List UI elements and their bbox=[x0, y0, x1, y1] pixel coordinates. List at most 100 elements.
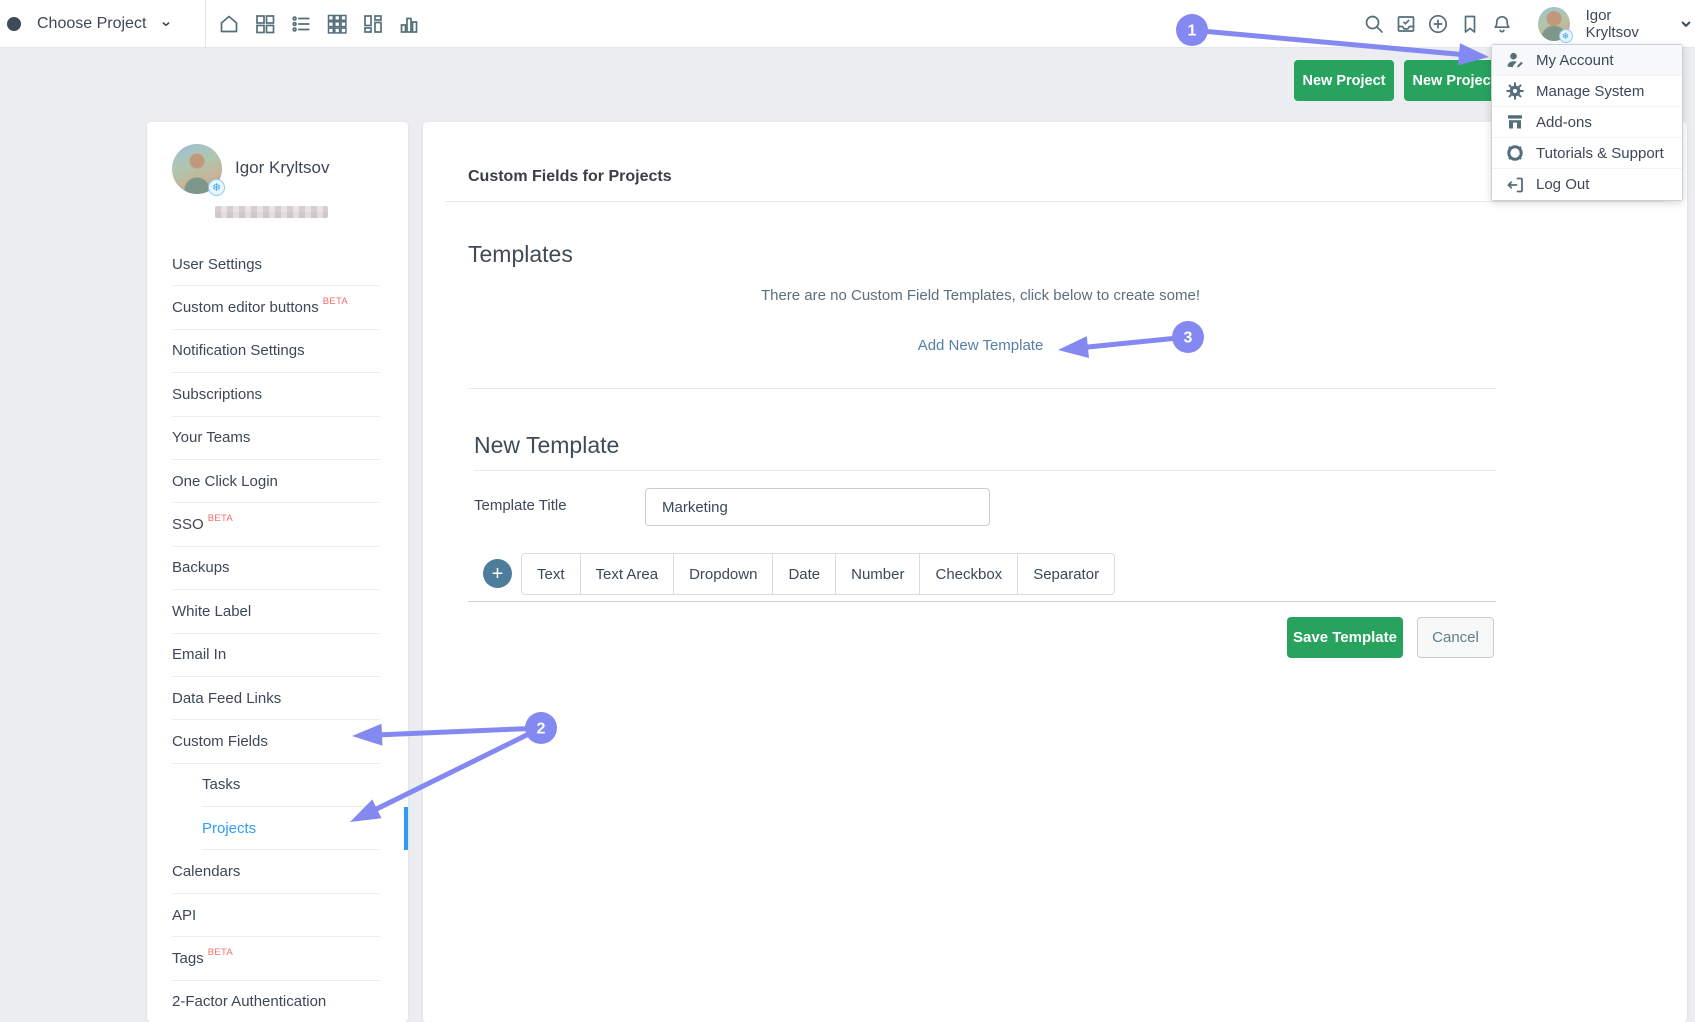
project-switcher[interactable]: Choose Project bbox=[0, 0, 174, 48]
template-title-input[interactable] bbox=[645, 488, 990, 526]
sidebar-item-label: API bbox=[172, 907, 196, 924]
sidebar-item-label: Calendars bbox=[172, 863, 240, 880]
avatar-status-badge: ❄ bbox=[1559, 29, 1573, 43]
logout-icon bbox=[1505, 175, 1525, 195]
menu-item-manage-system[interactable]: Manage System bbox=[1492, 76, 1682, 107]
redacted-email bbox=[215, 206, 328, 218]
templates-heading: Templates bbox=[468, 241, 573, 268]
sidebar-item-label: 2-Factor Authentication bbox=[172, 993, 326, 1010]
project-color-dot bbox=[7, 17, 21, 31]
account-chevron-down-icon[interactable] bbox=[1677, 15, 1695, 33]
field-type-date[interactable]: Date bbox=[772, 554, 835, 594]
sidebar-item-label: Email In bbox=[172, 646, 226, 663]
beta-badge: BETA bbox=[208, 513, 233, 524]
cancel-button[interactable]: Cancel bbox=[1417, 617, 1494, 658]
home-icon[interactable] bbox=[217, 12, 241, 36]
field-type-checkbox[interactable]: Checkbox bbox=[919, 554, 1017, 594]
notifications-bell-icon[interactable] bbox=[1490, 12, 1514, 36]
chevron-down-icon bbox=[158, 16, 174, 32]
sidebar-item-custom-editor-buttons[interactable]: Custom editor buttonsBETA bbox=[172, 286, 380, 329]
field-type-separator[interactable]: Separator bbox=[1017, 554, 1114, 594]
new-project-button-secondary[interactable]: New Project bbox=[1404, 60, 1504, 101]
app-root: Choose Project bbox=[0, 0, 1695, 1022]
account-dropdown-menu: My Account Manage System Add-ons Tutoria… bbox=[1491, 44, 1683, 201]
divider bbox=[468, 601, 1496, 602]
menu-label: Log Out bbox=[1536, 176, 1589, 193]
list-view-icon[interactable] bbox=[289, 12, 313, 36]
top-bar: Choose Project bbox=[0, 0, 1695, 48]
sidebar-item-2-factor-authentication[interactable]: 2-Factor Authentication bbox=[172, 981, 380, 1022]
user-icon bbox=[1505, 50, 1525, 70]
menu-item-tutorials-support[interactable]: Tutorials & Support bbox=[1492, 138, 1682, 169]
sidebar-item-white-label[interactable]: White Label bbox=[172, 590, 380, 633]
field-type-number[interactable]: Number bbox=[835, 554, 919, 594]
sidebar-item-your-teams[interactable]: Your Teams bbox=[172, 417, 380, 460]
field-type-text[interactable]: Text bbox=[522, 554, 580, 594]
menu-item-log-out[interactable]: Log Out bbox=[1492, 169, 1682, 200]
sidebar-item-api[interactable]: API bbox=[172, 894, 380, 937]
project-switcher-label: Choose Project bbox=[37, 15, 146, 33]
sidebar-item-label: SSO bbox=[172, 516, 204, 533]
user-avatar[interactable]: ❄ bbox=[1538, 7, 1570, 41]
sidebar-item-label: Your Teams bbox=[172, 429, 250, 446]
sidebar-item-custom-fields[interactable]: Custom Fields bbox=[172, 720, 380, 763]
grid-view-icon[interactable] bbox=[325, 12, 349, 36]
sidebar-menu: User Settings Custom editor buttonsBETA … bbox=[147, 243, 408, 1022]
search-icon[interactable] bbox=[1362, 12, 1386, 36]
sidebar-item-user-settings[interactable]: User Settings bbox=[172, 243, 380, 286]
menu-item-add-ons[interactable]: Add-ons bbox=[1492, 107, 1682, 138]
topbar-user-name[interactable]: Igor Kryltsov bbox=[1586, 7, 1663, 41]
sidebar-user-name: Igor Kryltsov bbox=[235, 158, 329, 178]
divider bbox=[474, 470, 1496, 471]
gear-icon bbox=[1505, 81, 1525, 101]
sidebar-item-tags[interactable]: Tags BETA bbox=[172, 937, 380, 980]
sidebar-item-calendars[interactable]: Calendars bbox=[172, 850, 380, 893]
topbar-divider bbox=[205, 0, 206, 48]
menu-item-my-account[interactable]: My Account bbox=[1492, 45, 1682, 76]
add-template-row: Add New Template bbox=[468, 337, 1493, 355]
sidebar-item-label: Projects bbox=[202, 820, 256, 837]
sidebar-item-label: Data Feed Links bbox=[172, 690, 281, 707]
templates-empty-message: There are no Custom Field Templates, cli… bbox=[468, 287, 1493, 304]
topbar-actions: ❄ Igor Kryltsov bbox=[1362, 0, 1695, 48]
bookmarks-icon[interactable] bbox=[1458, 12, 1482, 36]
dashboard-grid-icon[interactable] bbox=[253, 12, 277, 36]
sidebar-item-label: White Label bbox=[172, 603, 251, 620]
sidebar-item-label: Subscriptions bbox=[172, 386, 262, 403]
sidebar-item-data-feed-links[interactable]: Data Feed Links bbox=[172, 677, 380, 720]
store-icon bbox=[1505, 112, 1525, 132]
field-type-selector: Text Text Area Dropdown Date Number Chec… bbox=[521, 553, 1115, 595]
new-project-button[interactable]: New Project bbox=[1294, 60, 1394, 101]
sidebar-item-label: User Settings bbox=[172, 256, 262, 273]
todo-inbox-icon[interactable] bbox=[1394, 12, 1418, 36]
sidebar-item-custom-fields-tasks[interactable]: Tasks bbox=[202, 764, 380, 807]
menu-label: Add-ons bbox=[1536, 114, 1592, 131]
settings-sidebar: ❄ Igor Kryltsov User Settings Custom edi… bbox=[147, 122, 408, 1022]
add-field-plus-button[interactable]: + bbox=[483, 559, 512, 588]
custom-fields-panel: Custom Fields for Projects Templates The… bbox=[423, 122, 1687, 1022]
reports-chart-icon[interactable] bbox=[397, 12, 421, 36]
divider bbox=[445, 201, 1665, 202]
sidebar-item-label: Tasks bbox=[202, 776, 240, 793]
save-template-button[interactable]: Save Template bbox=[1287, 617, 1403, 658]
new-template-heading: New Template bbox=[474, 432, 619, 459]
sidebar-item-subscriptions[interactable]: Subscriptions bbox=[172, 373, 380, 416]
sidebar-item-label: Tags bbox=[172, 950, 204, 967]
sidebar-item-email-in[interactable]: Email In bbox=[172, 634, 380, 677]
sidebar-item-backups[interactable]: Backups bbox=[172, 547, 380, 590]
add-new-template-link[interactable]: Add New Template bbox=[918, 337, 1044, 354]
template-title-label: Template Title bbox=[474, 497, 567, 514]
sidebar-item-sso[interactable]: SSO BETA bbox=[172, 503, 380, 546]
sidebar-item-notification-settings[interactable]: Notification Settings bbox=[172, 330, 380, 373]
quick-add-icon[interactable] bbox=[1426, 12, 1450, 36]
beta-badge: BETA bbox=[208, 947, 233, 958]
field-type-text-area[interactable]: Text Area bbox=[580, 554, 674, 594]
view-nav bbox=[217, 0, 421, 48]
sidebar-profile: ❄ Igor Kryltsov bbox=[147, 122, 408, 243]
field-type-dropdown[interactable]: Dropdown bbox=[673, 554, 772, 594]
beta-badge: BETA bbox=[323, 296, 348, 307]
board-view-icon[interactable] bbox=[361, 12, 385, 36]
page-title: Custom Fields for Projects bbox=[468, 168, 672, 186]
sidebar-item-custom-fields-projects[interactable]: Projects bbox=[202, 807, 380, 850]
sidebar-item-one-click-login[interactable]: One Click Login bbox=[172, 460, 380, 503]
